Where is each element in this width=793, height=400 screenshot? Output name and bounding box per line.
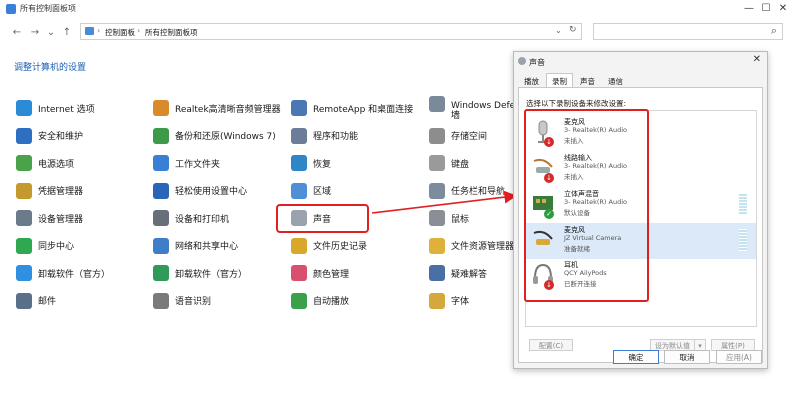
level-meter — [739, 229, 747, 251]
tab-recording[interactable]: 录制 — [546, 73, 573, 87]
ok-button[interactable]: 确定 — [613, 350, 659, 364]
tab-sounds[interactable]: 声音 — [574, 73, 601, 87]
tab-playback[interactable]: 播放 — [518, 73, 545, 87]
cancel-button[interactable]: 取消 — [664, 350, 710, 364]
instruction-text: 选择以下录制设备来修改设置: — [526, 99, 627, 108]
dialog-tabs: 播放 录制 声音 通信 — [518, 73, 630, 87]
dialog-close-icon[interactable]: ✕ — [753, 54, 761, 65]
apply-button[interactable]: 应用(A) — [716, 350, 762, 364]
dialog-title: 声音 — [529, 58, 545, 67]
speaker-icon — [518, 57, 526, 65]
level-meter — [739, 193, 747, 215]
tab-communications[interactable]: 通信 — [602, 73, 629, 87]
device-list-highlight-box — [524, 109, 649, 302]
configure-button[interactable]: 配置(C) — [529, 339, 573, 351]
